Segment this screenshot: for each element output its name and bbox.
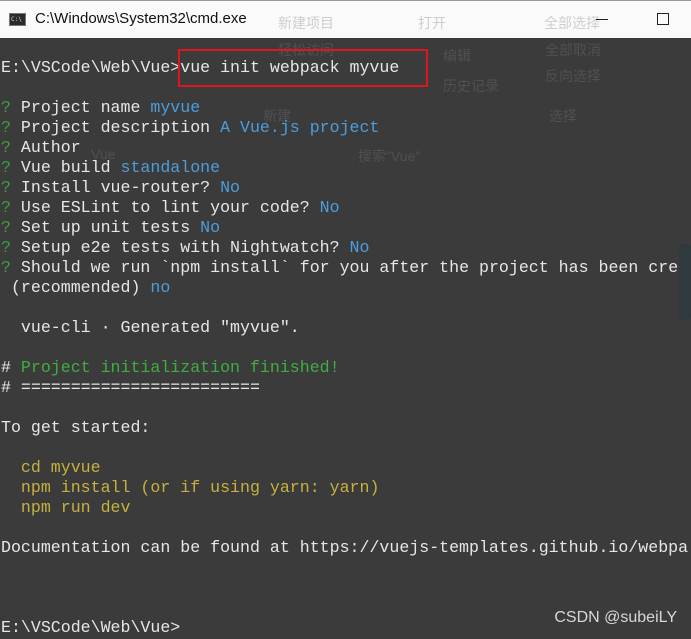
ghost-text: 编辑 — [443, 48, 471, 64]
terminal-text: ? — [1, 238, 11, 257]
maximize-button[interactable] — [657, 13, 669, 25]
terminal-line: ? Should we run `npm install` for you af… — [1, 258, 678, 278]
terminal-text: E:\VSCode\Web\Vue> — [1, 618, 181, 637]
terminal-line: ? Setup e2e tests with Nightwatch? No — [1, 238, 369, 258]
terminal-text: Should we run `npm install` for you afte… — [10, 258, 679, 277]
terminal-line: ? Use ESLint to lint your code? No — [1, 198, 340, 218]
terminal-line: ? Vue build standalone — [1, 158, 220, 178]
watermark: CSDN @subeiLY — [554, 609, 677, 626]
terminal-text: Use ESLint to lint your code? — [10, 198, 320, 217]
terminal-text: No — [220, 178, 241, 197]
terminal-text: A Vue.js project — [220, 118, 380, 137]
terminal-text: ? — [1, 198, 11, 217]
terminal-line: (recommended) no — [1, 278, 170, 298]
terminal-text: npm run dev — [1, 498, 131, 517]
ghost-text: 搜索"Vue" — [358, 148, 421, 164]
terminal-text: To get started: — [1, 418, 151, 437]
ghost-text: 全部选择 — [544, 15, 600, 31]
terminal-text: Setup e2e tests with Nightwatch? — [10, 238, 350, 257]
terminal-text: # — [1, 358, 11, 377]
terminal-line: # ======================== — [1, 378, 260, 398]
minimize-button[interactable] — [596, 19, 608, 20]
terminal-text: ? — [1, 158, 11, 177]
terminal-text: ? — [1, 138, 11, 157]
terminal-text: ? — [1, 218, 11, 237]
terminal-line: E:\VSCode\Web\Vue> — [1, 618, 180, 638]
terminal-text: Set up unit tests — [10, 218, 201, 237]
terminal-text: No — [319, 198, 340, 217]
terminal-text: (recommended) — [1, 278, 151, 297]
ghost-text: 选择 — [549, 108, 577, 124]
terminal-line: npm install (or if using yarn: yarn) — [1, 478, 380, 498]
cmd-icon: C:\ — [9, 13, 26, 26]
terminal-text: No — [200, 218, 221, 237]
scrollbar[interactable] — [679, 244, 691, 320]
terminal-text: myvue — [150, 98, 201, 117]
terminal-line: cd myvue — [1, 458, 101, 478]
terminal-text: E:\VSCode\Web\Vue> — [1, 58, 181, 77]
ghost-text: 反向选择 — [545, 68, 601, 84]
terminal-text: Project name — [10, 98, 151, 117]
terminal-text: # ======================== — [1, 378, 260, 397]
terminal-line: Documentation can be found at https://vu… — [1, 538, 688, 558]
highlight-box — [178, 49, 428, 87]
terminal-text: No — [349, 238, 370, 257]
terminal-text: Project initialization finished! — [10, 358, 340, 377]
terminal-line: ? Project name myvue — [1, 98, 200, 118]
ghost-text: 新建项目 — [278, 15, 334, 31]
terminal-text: standalone — [120, 158, 221, 177]
terminal-line: To get started: — [1, 418, 150, 438]
terminal-text: Author — [10, 138, 81, 157]
window-title: C:\Windows\System32\cmd.exe — [35, 10, 247, 27]
terminal-line: ? Set up unit tests No — [1, 218, 220, 238]
terminal-text: no — [150, 278, 171, 297]
terminal-text: ? — [1, 258, 11, 277]
terminal-line: npm run dev — [1, 498, 131, 518]
terminal-line: ? Install vue-router? No — [1, 178, 240, 198]
terminal-text: ? — [1, 178, 11, 197]
terminal-text: Install vue-router? — [10, 178, 221, 197]
terminal-line: vue-cli · Generated "myvue". — [1, 318, 300, 338]
ghost-text: 历史记录 — [443, 78, 499, 94]
terminal-text: Documentation can be found at https://vu… — [1, 538, 689, 557]
terminal-text: ? — [1, 118, 11, 137]
ghost-text: 全部取消 — [545, 42, 601, 58]
terminal-text: ? — [1, 98, 11, 117]
terminal-text: vue-cli · Generated "myvue". — [1, 318, 300, 337]
terminal-text: Vue build — [10, 158, 121, 177]
terminal-line: ? Project description A Vue.js project — [1, 118, 379, 138]
ghost-text: 打开 — [418, 15, 446, 31]
terminal-line: # Project initialization finished! — [1, 358, 340, 378]
terminal-line: ? Author — [1, 138, 81, 158]
terminal-text: cd myvue — [1, 458, 101, 477]
terminal-output[interactable]: 轻松访问 编辑 历史记录 全部取消 反向选择 新建 选择 搜索"Vue" Vue… — [0, 38, 691, 639]
terminal-text: npm install (or if using yarn: yarn) — [1, 478, 380, 497]
terminal-text: Project description — [10, 118, 221, 137]
title-bar: C:\ C:\Windows\System32\cmd.exe 新建项目 打开 … — [0, 0, 691, 38]
